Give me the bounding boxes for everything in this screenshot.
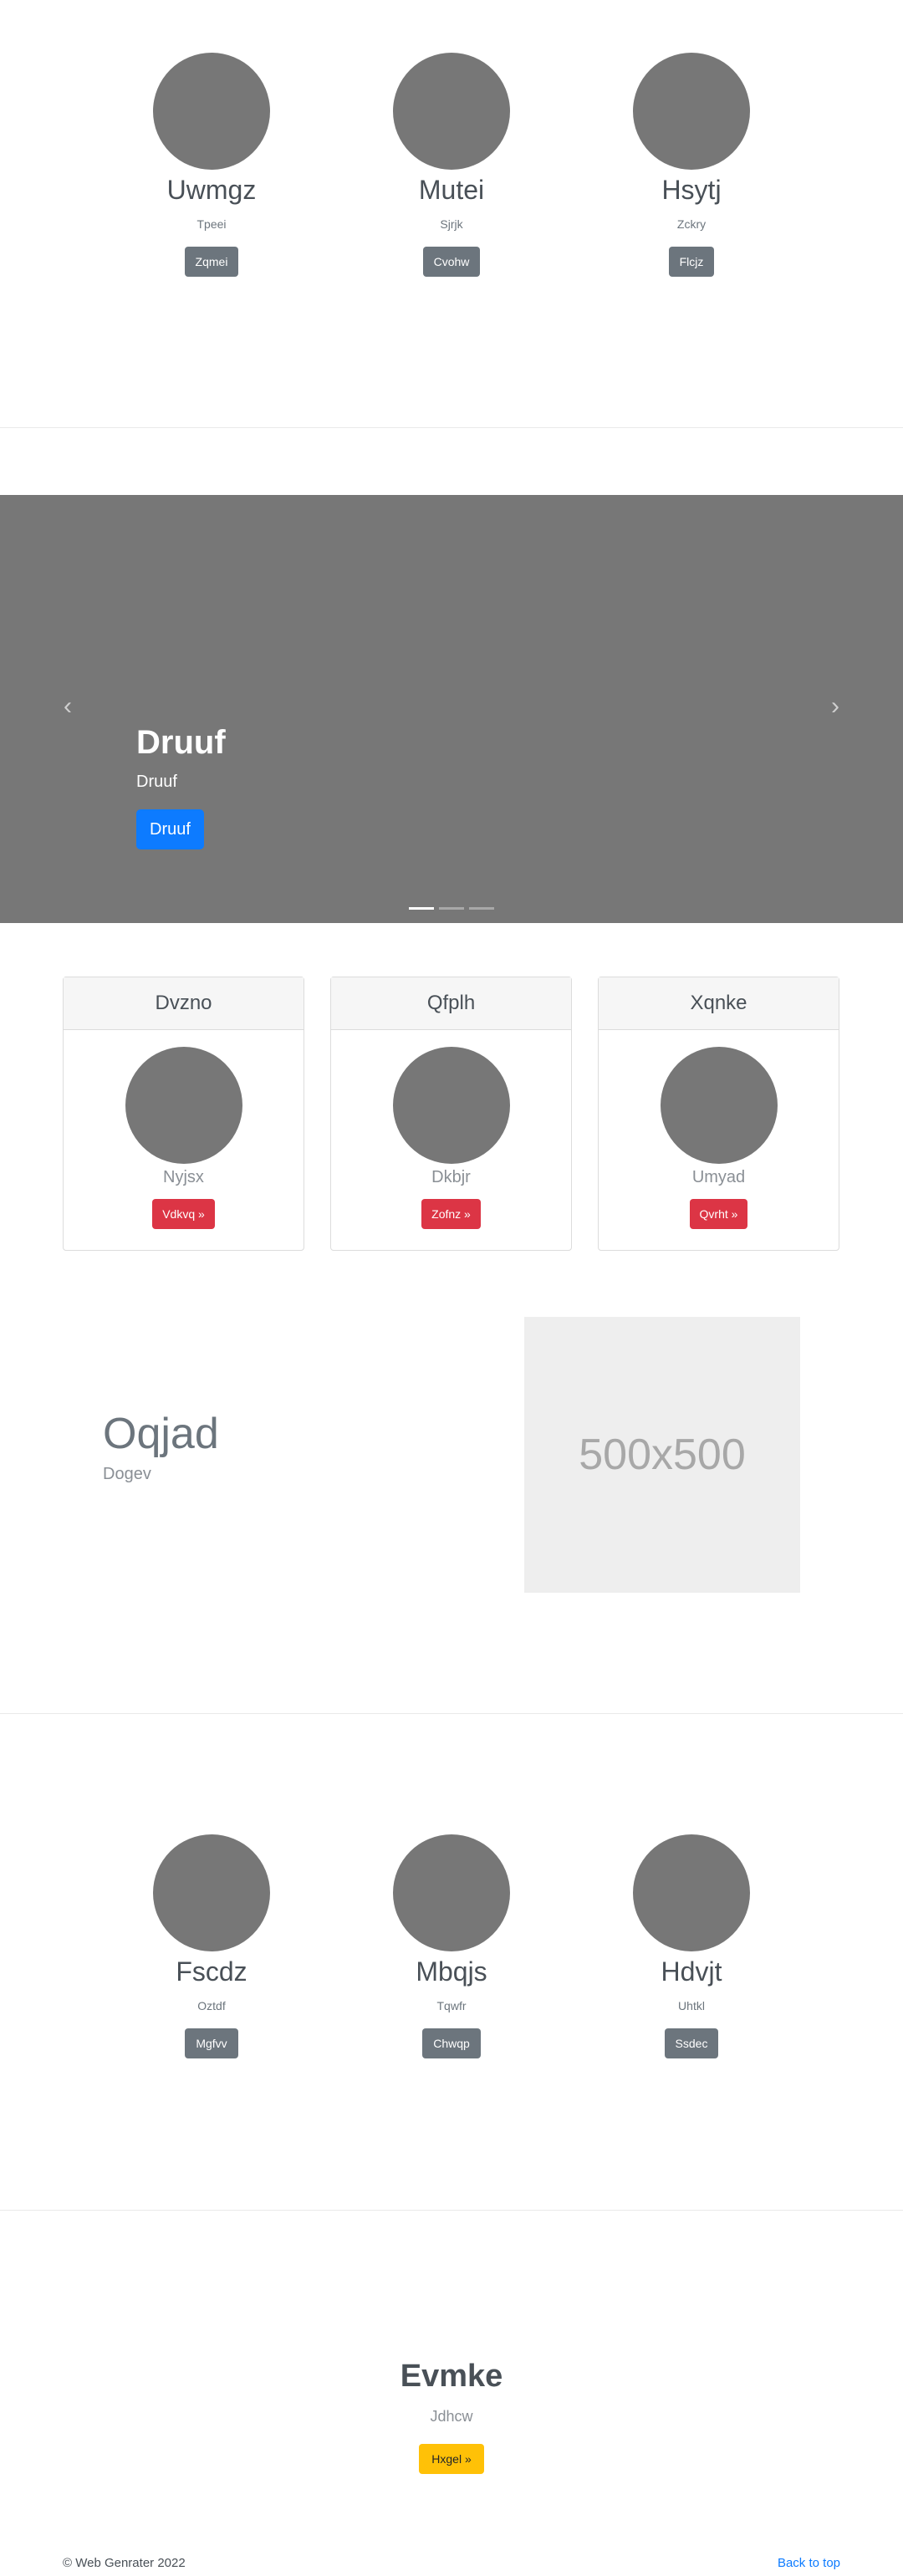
card-header: Qfplh [331, 977, 571, 1030]
team-member: Hdvjt Uhtkl Ssdec [591, 1834, 792, 2058]
feature-title: Oqjad [103, 1410, 219, 1458]
carousel-caption: Druuf Druuf Druuf [136, 722, 226, 849]
member-name: Fscdz [176, 1956, 247, 1987]
footer-copyright: © Web Genrater 2022 [63, 2556, 186, 2570]
member-role: Tpeei [196, 217, 227, 231]
member-name: Hdvjt [661, 1956, 722, 1987]
jumbotron-button[interactable]: Hxgel » [419, 2444, 484, 2474]
card-image [125, 1047, 242, 1164]
member-button[interactable]: Flcjz [668, 247, 715, 277]
avatar [393, 53, 510, 170]
avatar [393, 1834, 510, 1951]
carousel-indicator[interactable] [439, 907, 464, 910]
team-member: Uwmgz Tpeei Zqmei [111, 53, 312, 277]
card-image [660, 1047, 778, 1164]
carousel-indicators [409, 899, 499, 914]
feature-card: Qfplh Dkbjr Zofnz » [330, 977, 572, 1251]
card-header: Dvzno [64, 977, 304, 1030]
back-to-top-link[interactable]: Back to top [778, 2555, 840, 2572]
member-name: Mutei [418, 175, 485, 205]
carousel-indicator[interactable] [469, 907, 494, 910]
avatar [153, 53, 270, 170]
jumbotron-subtitle: Jdhcw [430, 2408, 473, 2425]
member-role: Oztdf [197, 1999, 226, 2012]
section-divider [0, 1713, 903, 1714]
carousel-indicator[interactable] [409, 907, 434, 910]
card-text: Dkbjr [431, 1168, 471, 1186]
team-member: Mbqjs Tqwfr Chwqp [351, 1834, 552, 2058]
member-button[interactable]: Zqmei [184, 247, 239, 277]
member-role: Uhtkl [678, 1999, 705, 2012]
member-button[interactable]: Mgfvv [185, 2028, 238, 2058]
team-member: Hsytj Zckry Flcjz [591, 53, 792, 277]
card-header: Xqnke [599, 977, 839, 1030]
carousel-next-icon[interactable]: › [823, 694, 848, 719]
placeholder-image: 500x500 [524, 1317, 800, 1593]
avatar [633, 53, 750, 170]
jumbotron-title: Evmke [400, 2359, 503, 2394]
card-button[interactable]: Zofnz » [421, 1199, 481, 1229]
member-role: Zckry [676, 217, 707, 231]
member-role: Tqwfr [436, 1999, 467, 2012]
card-image [392, 1047, 510, 1164]
card-button[interactable]: Qvrht » [689, 1199, 748, 1229]
avatar [633, 1834, 750, 1951]
feature-card: Xqnke Umyad Qvrht » [598, 977, 839, 1251]
card-button[interactable]: Vdkvq » [152, 1199, 215, 1229]
avatar [153, 1834, 270, 1951]
member-name: Mbqjs [416, 1956, 487, 1987]
carousel-subtitle: Druuf [136, 773, 177, 791]
team-member: Fscdz Oztdf Mgfvv [111, 1834, 312, 2058]
member-role: Sjrjk [440, 217, 463, 231]
carousel-button[interactable]: Druuf [136, 809, 204, 849]
member-button[interactable]: Ssdec [664, 2028, 719, 2058]
member-name: Hsytj [661, 175, 722, 205]
feature-subtitle: Dogev [103, 1465, 151, 1483]
carousel-title: Druuf [136, 724, 226, 761]
section-divider [0, 427, 903, 428]
feature-card: Dvzno Nyjsx Vdkvq » [63, 977, 304, 1251]
card-text: Nyjsx [163, 1168, 204, 1186]
team-member: Mutei Sjrjk Cvohw [351, 53, 552, 277]
section-divider [0, 2210, 903, 2211]
carousel-prev-icon[interactable]: ‹ [55, 694, 80, 719]
card-text: Umyad [691, 1168, 746, 1186]
member-name: Uwmgz [166, 175, 257, 205]
member-button[interactable]: Cvohw [422, 247, 481, 277]
member-button[interactable]: Chwqp [422, 2028, 481, 2058]
hero-carousel: ‹ › Druuf Druuf Druuf [0, 495, 903, 923]
